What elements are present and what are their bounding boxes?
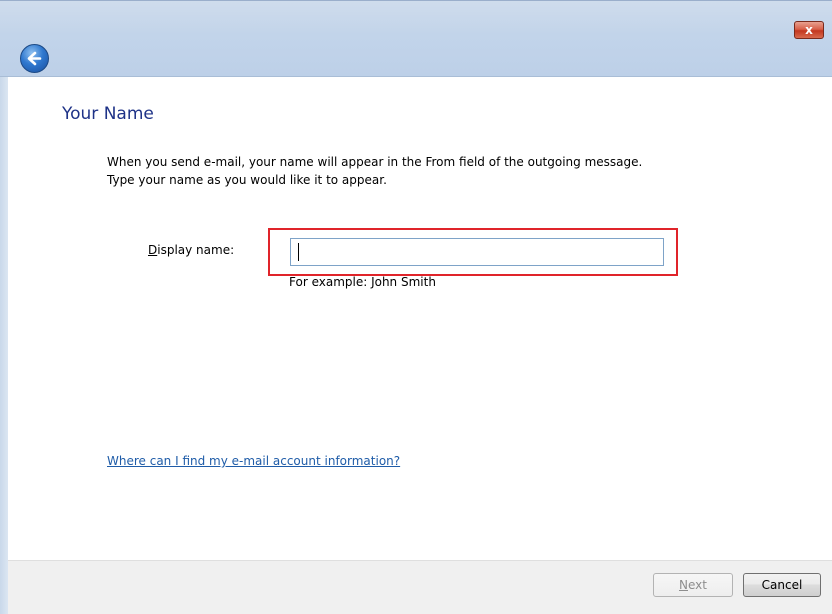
wizard-content: Your Name When you send e-mail, your nam… (8, 77, 832, 560)
page-title: Your Name (62, 104, 154, 124)
close-icon: x (805, 23, 813, 37)
text-caret (298, 243, 299, 261)
email-setup-dialog: x Your Name When you send e-mail, your n… (0, 0, 832, 614)
button-bar: Next Cancel (8, 560, 832, 614)
display-name-access-key: D (148, 243, 158, 257)
window-frame-left (0, 77, 8, 614)
account-info-help-link[interactable]: Where can I find my e-mail account infor… (107, 454, 400, 468)
next-button[interactable]: Next (653, 573, 733, 597)
display-name-hint: For example: John Smith (289, 275, 436, 289)
instructions-line-2: Type your name as you would like it to a… (107, 173, 387, 187)
display-name-input[interactable] (290, 238, 664, 266)
next-access-key: N (679, 578, 688, 592)
next-label: ext (688, 578, 707, 592)
title-bar: x (0, 0, 832, 77)
back-arrow-icon (27, 51, 42, 66)
instructions-text: When you send e-mail, your name will app… (107, 153, 747, 189)
cancel-button[interactable]: Cancel (743, 573, 821, 597)
instructions-line-1: When you send e-mail, your name will app… (107, 155, 643, 169)
display-name-label-text: isplay name: (157, 243, 235, 257)
display-name-label: Display name: (148, 243, 234, 257)
close-button[interactable]: x (794, 21, 824, 39)
back-button[interactable] (20, 44, 49, 73)
